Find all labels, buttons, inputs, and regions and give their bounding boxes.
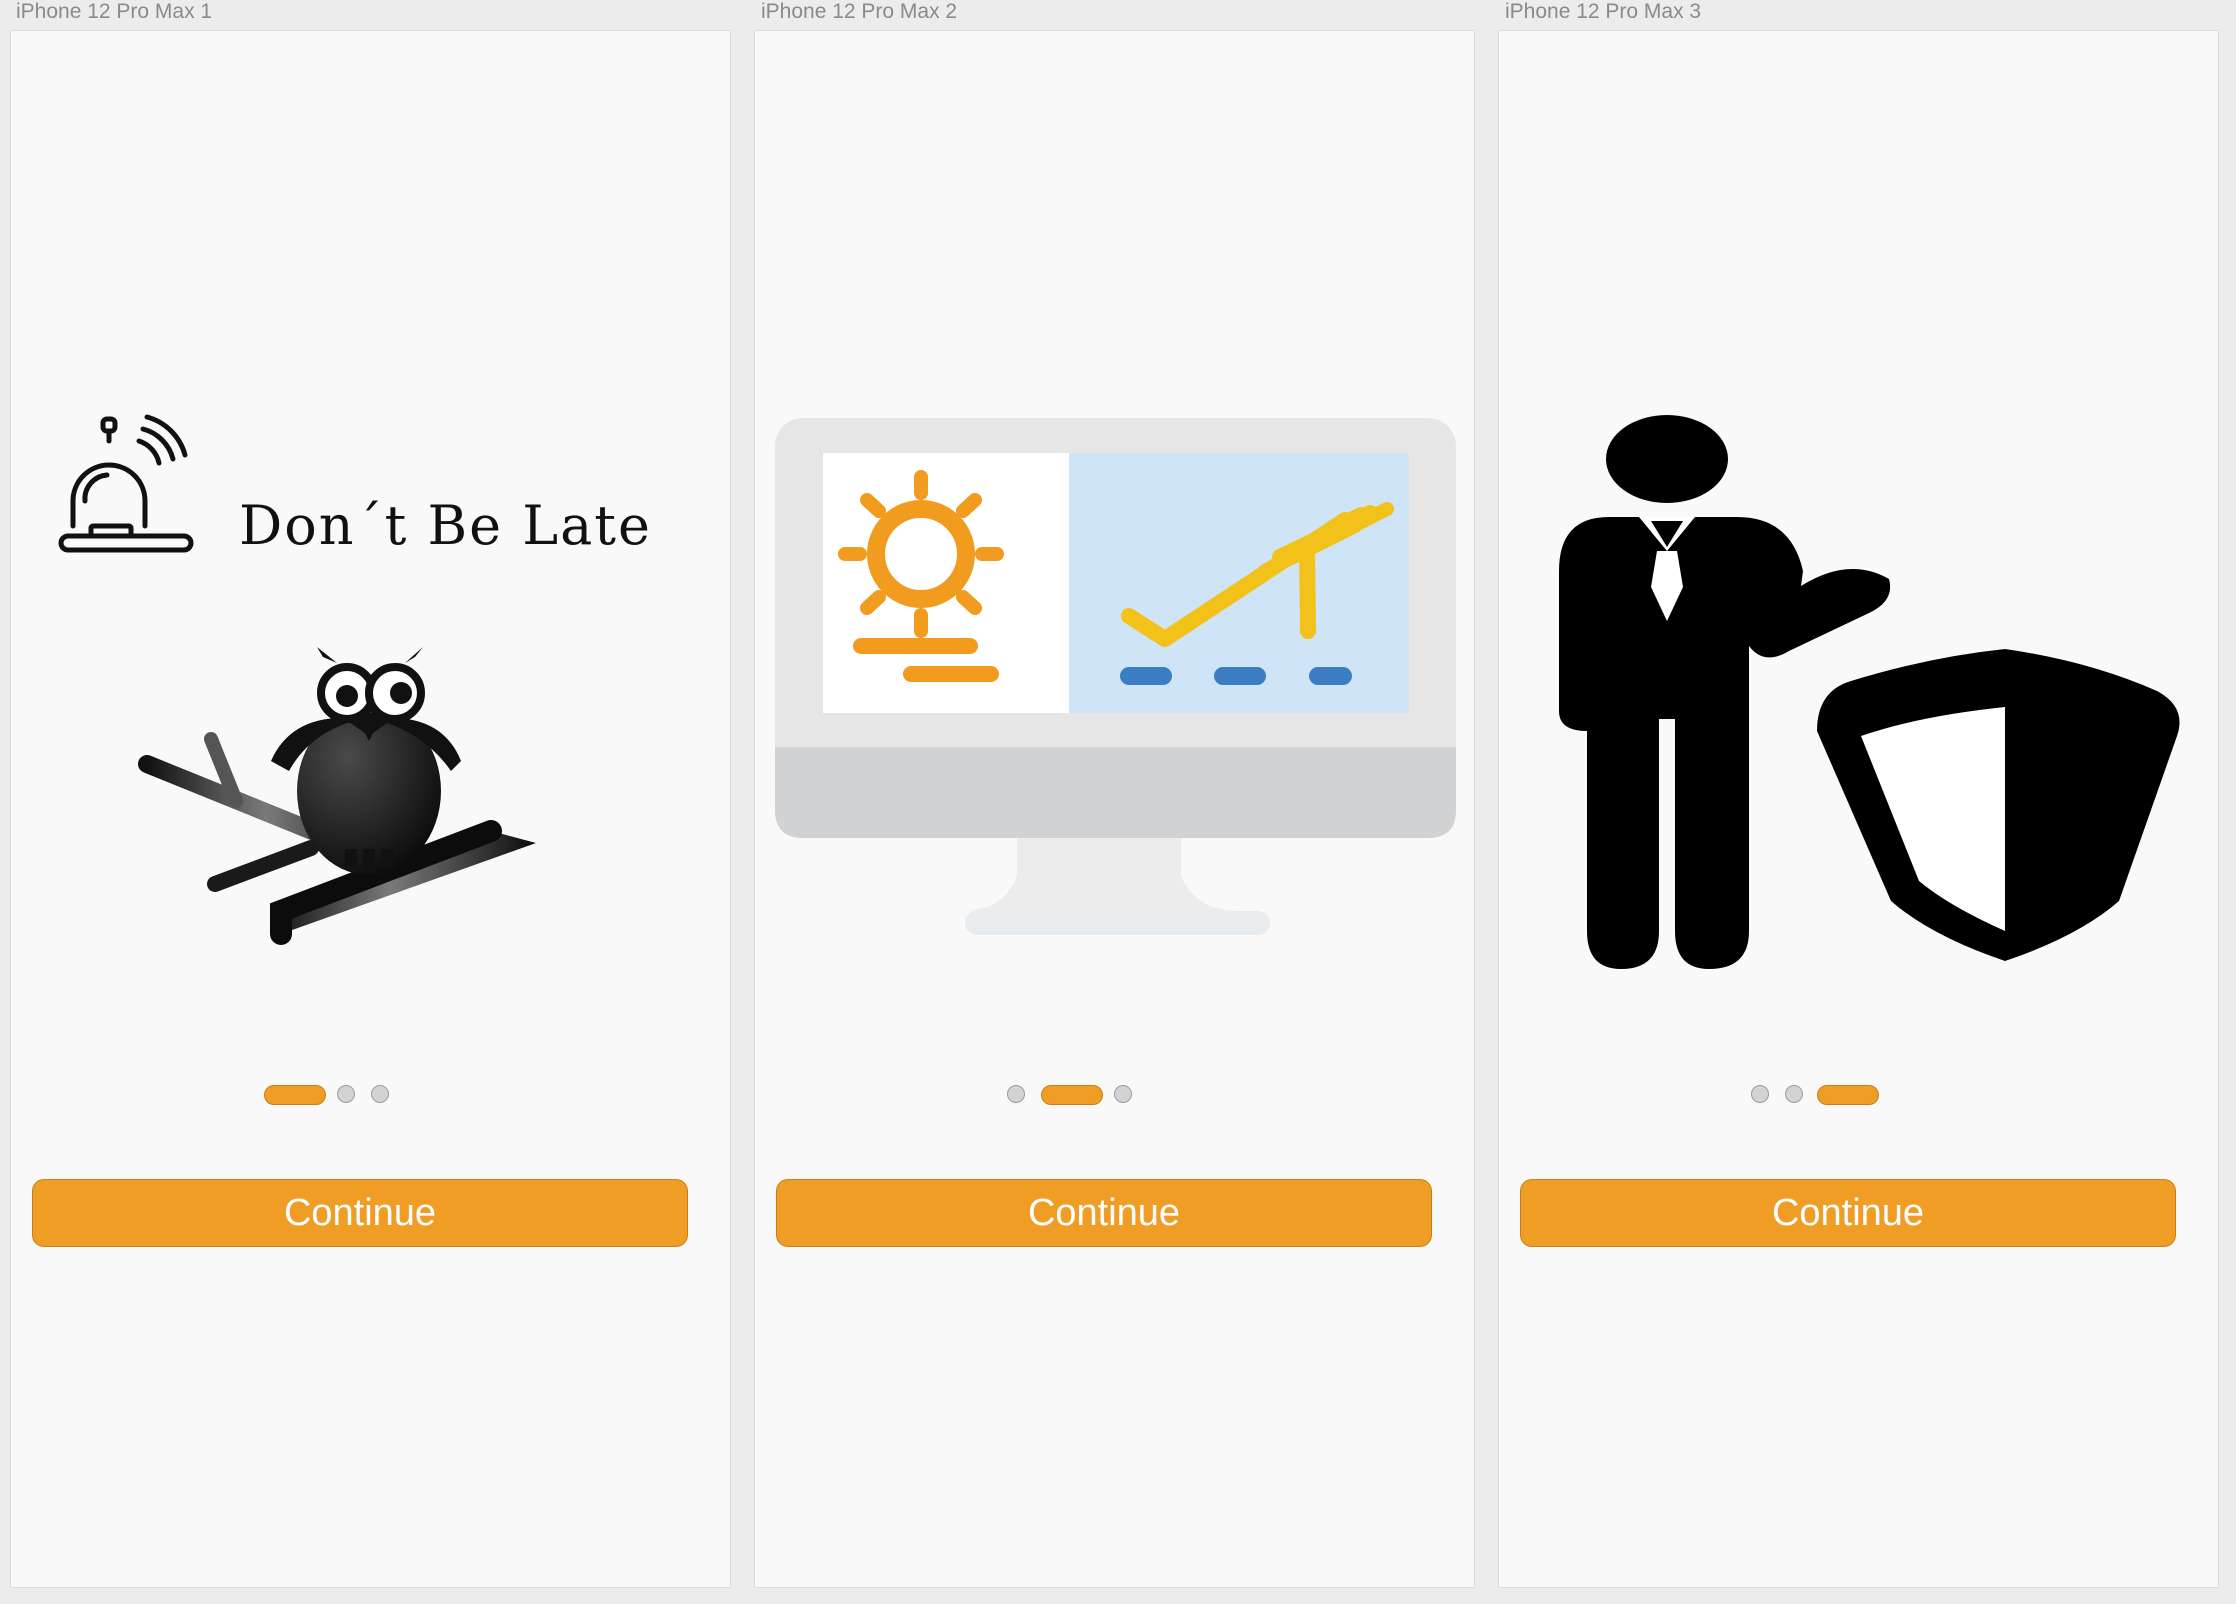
artboard-title-1: iPhone 12 Pro Max 1: [16, 0, 213, 23]
businessman-shield-illustration: [1559, 415, 2180, 969]
page-dot-1-active[interactable]: [264, 1085, 326, 1105]
page-dot-3[interactable]: [371, 1085, 389, 1103]
page-indicator[interactable]: [1499, 1078, 2218, 1108]
shield-icon: [1817, 649, 2180, 961]
page-indicator[interactable]: [11, 1078, 730, 1108]
logo-text: Don´t Be Late: [239, 494, 652, 557]
artboard-title-2: iPhone 12 Pro Max 2: [761, 0, 958, 23]
continue-button[interactable]: Continue: [776, 1179, 1432, 1247]
owl-illustration: Don´t Be Late: [58, 414, 652, 945]
page-dot-2-active[interactable]: [1041, 1085, 1103, 1105]
page-dot-3-active[interactable]: [1817, 1085, 1879, 1105]
page-dot-2[interactable]: [1785, 1085, 1803, 1103]
bell-icon: [58, 414, 194, 553]
page-dot-2[interactable]: [337, 1085, 355, 1103]
artboard-title-3: iPhone 12 Pro Max 3: [1505, 0, 1702, 23]
artboard-3: Continue: [1498, 30, 2219, 1588]
page-indicator[interactable]: [755, 1078, 1474, 1108]
monitor-illustration: [775, 418, 1456, 935]
owl-icon: [271, 647, 461, 875]
monitor-chin: [775, 747, 1456, 838]
page-dot-3[interactable]: [1114, 1085, 1132, 1103]
artboard-2: Continue: [754, 30, 1475, 1588]
continue-button[interactable]: Continue: [1520, 1179, 2176, 1247]
monitor-stand: [965, 831, 1270, 935]
artboard-1: Don´t Be Late Continue: [10, 30, 731, 1588]
page-dot-1[interactable]: [1007, 1085, 1025, 1103]
continue-button[interactable]: Continue: [32, 1179, 688, 1247]
page-dot-1[interactable]: [1751, 1085, 1769, 1103]
